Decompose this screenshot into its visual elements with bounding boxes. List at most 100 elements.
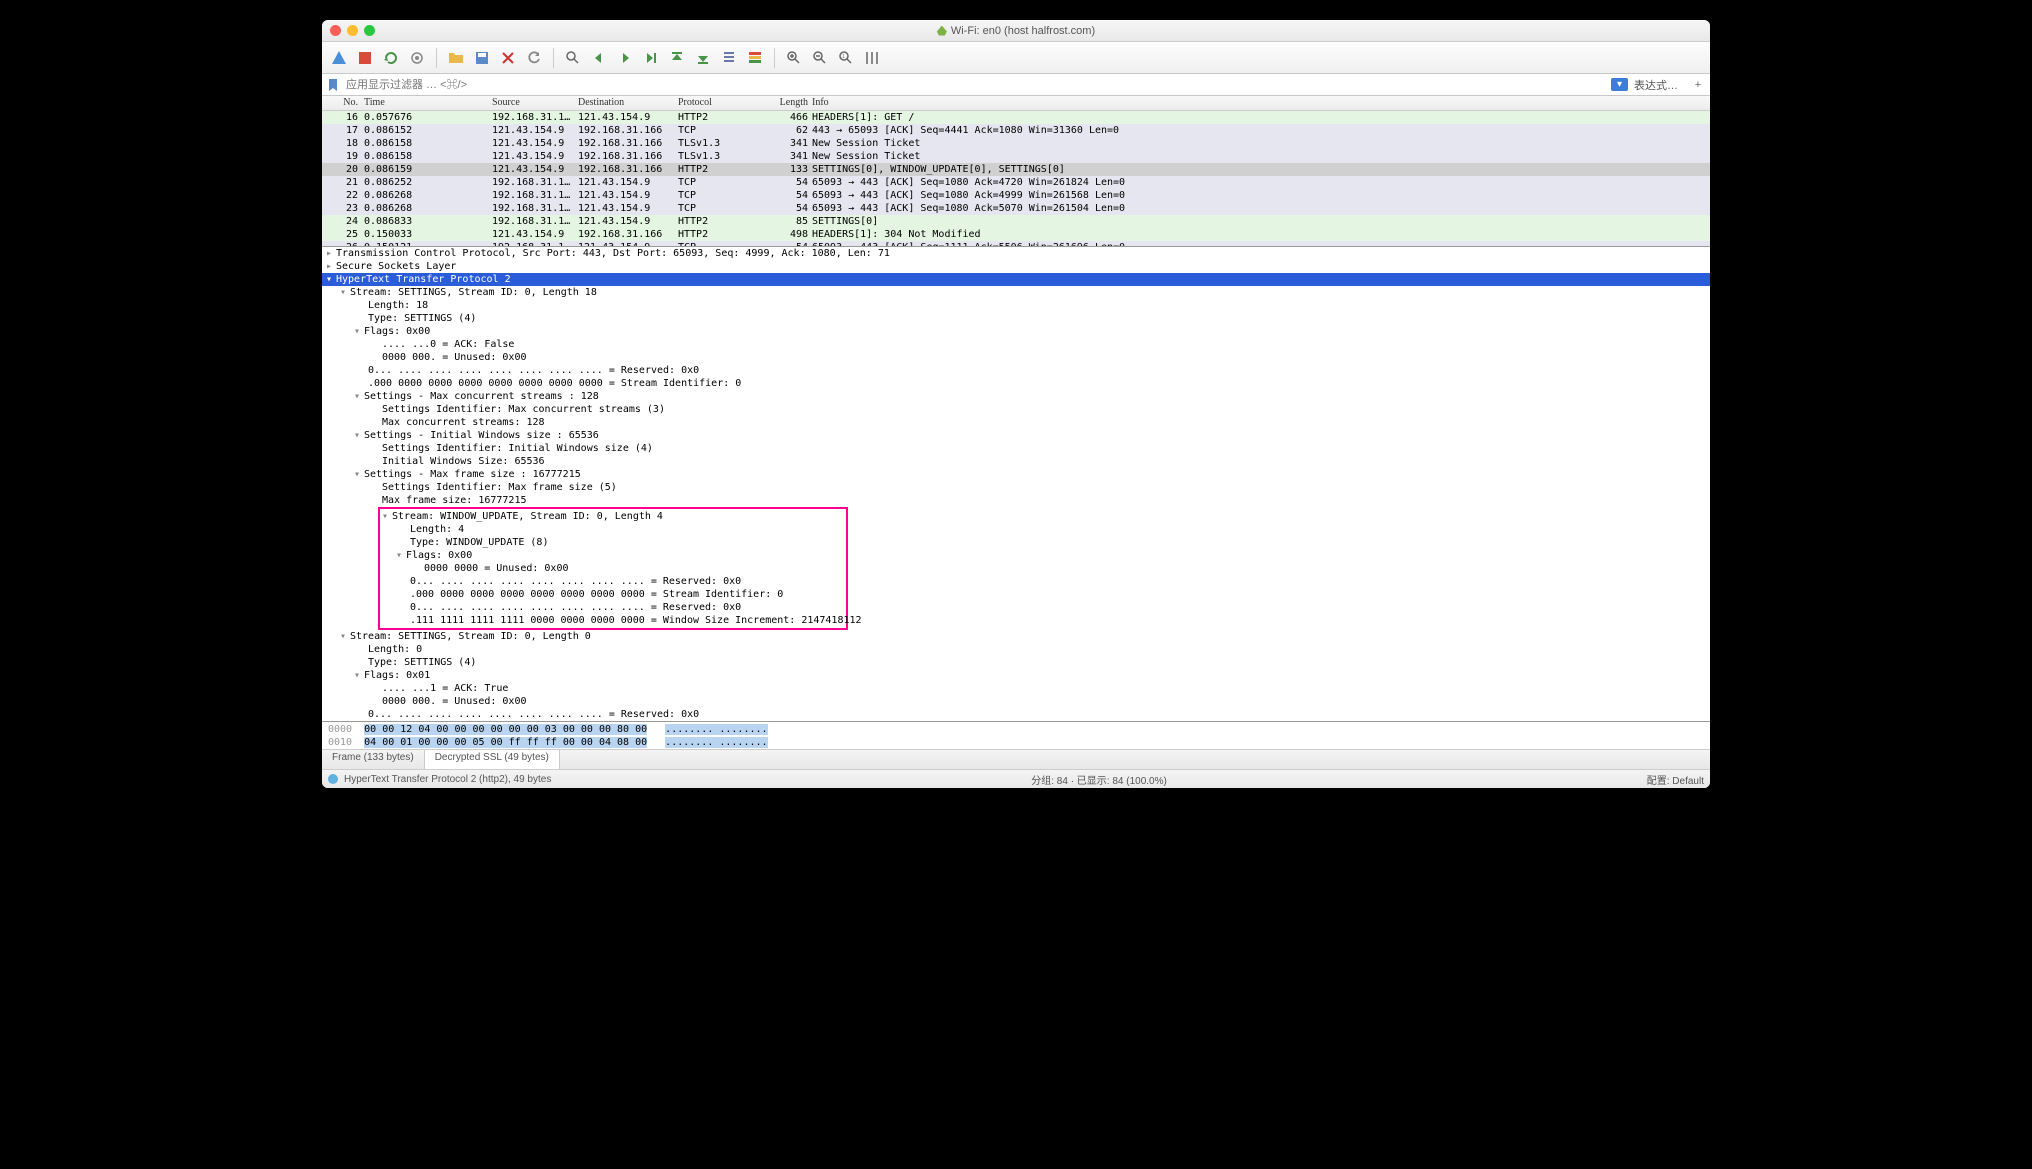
start-capture-button[interactable]	[328, 47, 350, 69]
packet-list-pane[interactable]: No. Time Source Destination Protocol Len…	[322, 96, 1710, 247]
go-back-button[interactable]	[588, 47, 610, 69]
detail-line[interactable]: Settings Identifier: Max frame size (5)	[322, 481, 1710, 494]
detail-line[interactable]: 0... .... .... .... .... .... .... .... …	[380, 601, 846, 614]
detail-line[interactable]: ▾Flags: 0x00	[380, 549, 846, 562]
detail-line[interactable]: Initial Windows Size: 65536	[322, 455, 1710, 468]
detail-line[interactable]: .... ...0 = ACK: False	[322, 338, 1710, 351]
go-forward-button[interactable]	[614, 47, 636, 69]
packet-list-header: No. Time Source Destination Protocol Len…	[322, 96, 1710, 111]
app-window: Wi-Fi: en0 (host halfrost.com) 1 ▾ 表达式…	[322, 20, 1710, 788]
packet-row[interactable]: 200.086159121.43.154.9192.168.31.166HTTP…	[322, 163, 1710, 176]
tab-decrypted-ssl[interactable]: Decrypted SSL (49 bytes)	[425, 750, 560, 769]
zoom-in-button[interactable]	[783, 47, 805, 69]
separator	[436, 48, 437, 68]
detail-line[interactable]: Type: SETTINGS (4)	[322, 656, 1710, 669]
detail-line[interactable]: 0000 0000 = Unused: 0x00	[380, 562, 846, 575]
packet-bytes-pane[interactable]: 0000 00 00 12 04 00 00 00 00 00 00 03 00…	[322, 722, 1710, 750]
stop-capture-button[interactable]	[354, 47, 376, 69]
svg-text:1: 1	[842, 54, 845, 60]
detail-line[interactable]: ▾Stream: SETTINGS, Stream ID: 0, Length …	[322, 630, 1710, 643]
detail-line[interactable]: 0... .... .... .... .... .... .... .... …	[322, 708, 1710, 721]
close-file-button[interactable]	[497, 47, 519, 69]
detail-line[interactable]: 0... .... .... .... .... .... .... .... …	[322, 364, 1710, 377]
packet-row[interactable]: 180.086158121.43.154.9192.168.31.166TLSv…	[322, 137, 1710, 150]
restart-capture-button[interactable]	[380, 47, 402, 69]
detail-line[interactable]: Type: WINDOW_UPDATE (8)	[380, 536, 846, 549]
display-filter-bar: ▾ 表达式… +	[322, 74, 1710, 96]
save-file-button[interactable]	[471, 47, 493, 69]
open-file-button[interactable]	[445, 47, 467, 69]
tab-frame[interactable]: Frame (133 bytes)	[322, 750, 425, 769]
resize-columns-button[interactable]	[861, 47, 883, 69]
packet-row[interactable]: 230.086268192.168.31.1…121.43.154.9TCP54…	[322, 202, 1710, 215]
detail-line[interactable]: Length: 0	[322, 643, 1710, 656]
hex-bytes[interactable]: 04 00 01 00 00 00 05 00 ff ff ff 00 00 0…	[364, 737, 647, 748]
capture-options-button[interactable]	[406, 47, 428, 69]
detail-line[interactable]: .111 1111 1111 1111 0000 0000 0000 0000 …	[380, 614, 846, 627]
detail-line[interactable]: ▸Transmission Control Protocol, Src Port…	[322, 247, 1710, 260]
detail-line[interactable]: Settings Identifier: Initial Windows siz…	[322, 442, 1710, 455]
packet-row[interactable]: 160.057676192.168.31.1…121.43.154.9HTTP2…	[322, 111, 1710, 124]
bytes-tabs: Frame (133 bytes) Decrypted SSL (49 byte…	[322, 750, 1710, 770]
zoom-reset-button[interactable]: 1	[835, 47, 857, 69]
wireshark-icon	[937, 26, 947, 36]
detail-line[interactable]: ▸Secure Sockets Layer	[322, 260, 1710, 273]
bookmark-icon[interactable]	[326, 78, 340, 92]
detail-line[interactable]: Length: 4	[380, 523, 846, 536]
detail-line[interactable]: Length: 18	[322, 299, 1710, 312]
detail-line[interactable]: Type: SETTINGS (4)	[322, 312, 1710, 325]
detail-line[interactable]: ▾Flags: 0x01	[322, 669, 1710, 682]
find-packet-button[interactable]	[562, 47, 584, 69]
detail-line[interactable]: .000 0000 0000 0000 0000 0000 0000 0000 …	[380, 588, 846, 601]
detail-line[interactable]: 0000 000. = Unused: 0x00	[322, 351, 1710, 364]
status-bar: HyperText Transfer Protocol 2 (http2), 4…	[322, 770, 1710, 788]
add-filter-button[interactable]: +	[1690, 79, 1706, 91]
detail-line[interactable]: ▾Settings - Initial Windows size : 65536	[322, 429, 1710, 442]
col-source[interactable]: Source	[492, 96, 578, 110]
go-to-packet-button[interactable]	[640, 47, 662, 69]
expert-info-icon[interactable]	[328, 774, 338, 784]
detail-line[interactable]: Settings Identifier: Max concurrent stre…	[322, 403, 1710, 416]
detail-line[interactable]: Max frame size: 16777215	[322, 494, 1710, 507]
go-last-button[interactable]	[692, 47, 714, 69]
status-center-text: 分组: 84 · 已显示: 84 (100.0%)	[1031, 772, 1167, 787]
col-destination[interactable]: Destination	[578, 96, 678, 110]
detail-line[interactable]: ▾Settings - Max frame size : 16777215	[322, 468, 1710, 481]
filter-dropdown[interactable]: ▾	[1611, 78, 1628, 91]
detail-line[interactable]: 0... .... .... .... .... .... .... .... …	[380, 575, 846, 588]
packet-row[interactable]: 250.150033121.43.154.9192.168.31.166HTTP…	[322, 228, 1710, 241]
packet-row[interactable]: 170.086152121.43.154.9192.168.31.166TCP6…	[322, 124, 1710, 137]
col-length[interactable]: Length	[778, 96, 812, 110]
col-info[interactable]: Info	[812, 96, 1710, 110]
detail-line[interactable]: ▾Settings - Max concurrent streams : 128	[322, 390, 1710, 403]
packet-row[interactable]: 190.086158121.43.154.9192.168.31.166TLSv…	[322, 150, 1710, 163]
highlighted-region: ▾Stream: WINDOW_UPDATE, Stream ID: 0, Le…	[378, 507, 848, 630]
display-filter-input[interactable]	[342, 77, 1611, 93]
packet-row[interactable]: 220.086268192.168.31.1…121.43.154.9TCP54…	[322, 189, 1710, 202]
zoom-out-button[interactable]	[809, 47, 831, 69]
window-title: Wi-Fi: en0 (host halfrost.com)	[322, 25, 1710, 37]
detail-line[interactable]: 0000 000. = Unused: 0x00	[322, 695, 1710, 708]
status-right-text[interactable]: 配置: Default	[1647, 772, 1704, 787]
go-first-button[interactable]	[666, 47, 688, 69]
detail-line[interactable]: Max concurrent streams: 128	[322, 416, 1710, 429]
separator	[774, 48, 775, 68]
auto-scroll-button[interactable]	[718, 47, 740, 69]
col-time[interactable]: Time	[364, 96, 492, 110]
detail-line-selected[interactable]: ▾HyperText Transfer Protocol 2	[322, 273, 1710, 286]
col-no[interactable]: No.	[322, 96, 364, 110]
titlebar: Wi-Fi: en0 (host halfrost.com)	[322, 20, 1710, 42]
detail-line[interactable]: ▾Stream: WINDOW_UPDATE, Stream ID: 0, Le…	[380, 510, 846, 523]
col-protocol[interactable]: Protocol	[678, 96, 778, 110]
detail-line[interactable]: .... ...1 = ACK: True	[322, 682, 1710, 695]
packet-row[interactable]: 210.086252192.168.31.1…121.43.154.9TCP54…	[322, 176, 1710, 189]
packet-row[interactable]: 240.086833192.168.31.1…121.43.154.9HTTP2…	[322, 215, 1710, 228]
detail-line[interactable]: ▾Flags: 0x00	[322, 325, 1710, 338]
expression-button[interactable]: 表达式…	[1634, 77, 1678, 93]
hex-bytes[interactable]: 00 00 12 04 00 00 00 00 00 00 03 00 00 0…	[364, 724, 647, 735]
colorize-button[interactable]	[744, 47, 766, 69]
packet-details-pane[interactable]: ▸Transmission Control Protocol, Src Port…	[322, 247, 1710, 722]
detail-line[interactable]: ▾Stream: SETTINGS, Stream ID: 0, Length …	[322, 286, 1710, 299]
reload-button[interactable]	[523, 47, 545, 69]
detail-line[interactable]: .000 0000 0000 0000 0000 0000 0000 0000 …	[322, 377, 1710, 390]
